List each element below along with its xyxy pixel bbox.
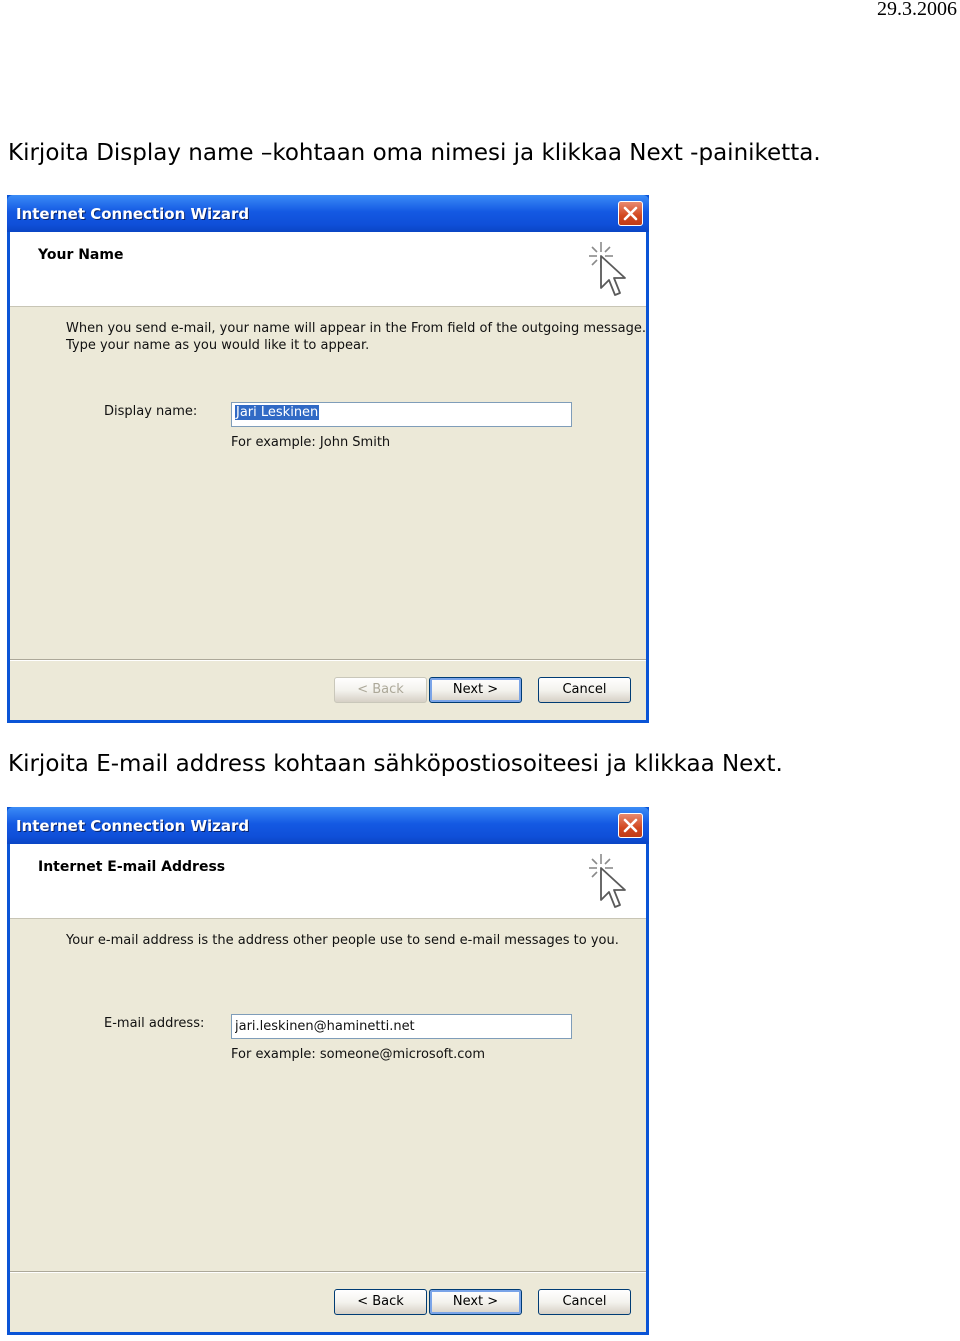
wizard-cursor-icon bbox=[589, 854, 626, 908]
wizard-body: Your Name When you send e-mail, your nam… bbox=[10, 232, 646, 720]
header-panel: Your Name bbox=[10, 232, 646, 307]
next-button[interactable]: Next > bbox=[429, 1289, 522, 1315]
title-bar: Internet Connection Wizard bbox=[7, 195, 649, 232]
button-separator bbox=[10, 1271, 646, 1273]
instruction-display-name: Kirjoita Display name –kohtaan oma nimes… bbox=[8, 140, 821, 166]
close-icon bbox=[623, 818, 638, 833]
header-panel: Internet E-mail Address bbox=[10, 844, 646, 919]
next-button[interactable]: Next > bbox=[429, 677, 522, 703]
page-title: Your Name bbox=[38, 247, 124, 263]
description-line-1: Your e-mail address is the address other… bbox=[66, 933, 619, 948]
back-button[interactable]: < Back bbox=[334, 677, 427, 703]
wizard-your-name: Internet Connection Wizard Your Name Whe… bbox=[7, 195, 649, 723]
description-line-1: When you send e-mail, your name will app… bbox=[66, 321, 646, 336]
wizard-body: Internet E-mail Address Your e-mail addr… bbox=[10, 844, 646, 1332]
page-title: Internet E-mail Address bbox=[38, 859, 226, 875]
display-name-example: For example: John Smith bbox=[231, 435, 391, 450]
email-address-label: E-mail address: bbox=[104, 1016, 205, 1031]
close-icon bbox=[623, 206, 638, 221]
wizard-cursor-icon bbox=[589, 242, 626, 296]
email-address-input[interactable] bbox=[231, 1014, 572, 1039]
cancel-button[interactable]: Cancel bbox=[538, 677, 631, 703]
close-button[interactable] bbox=[618, 813, 643, 838]
window-title: Internet Connection Wizard bbox=[16, 817, 250, 835]
back-button[interactable]: < Back bbox=[334, 1289, 427, 1315]
button-separator bbox=[10, 659, 646, 661]
description-line-2: Type your name as you would like it to a… bbox=[66, 338, 370, 353]
instruction-email-address: Kirjoita E-mail address kohtaan sähköpos… bbox=[8, 751, 783, 777]
page-date: 29.3.2006 bbox=[877, 0, 957, 20]
title-bar: Internet Connection Wizard bbox=[7, 807, 649, 844]
window-title: Internet Connection Wizard bbox=[16, 205, 250, 223]
wizard-email-address: Internet Connection Wizard Internet E-ma… bbox=[7, 807, 649, 1335]
display-name-value: Jari Leskinen bbox=[235, 405, 320, 420]
cancel-button[interactable]: Cancel bbox=[538, 1289, 631, 1315]
display-name-input[interactable]: Jari Leskinen bbox=[231, 402, 572, 427]
display-name-label: Display name: bbox=[104, 404, 198, 419]
email-address-example: For example: someone@microsoft.com bbox=[231, 1047, 485, 1062]
close-button[interactable] bbox=[618, 201, 643, 226]
